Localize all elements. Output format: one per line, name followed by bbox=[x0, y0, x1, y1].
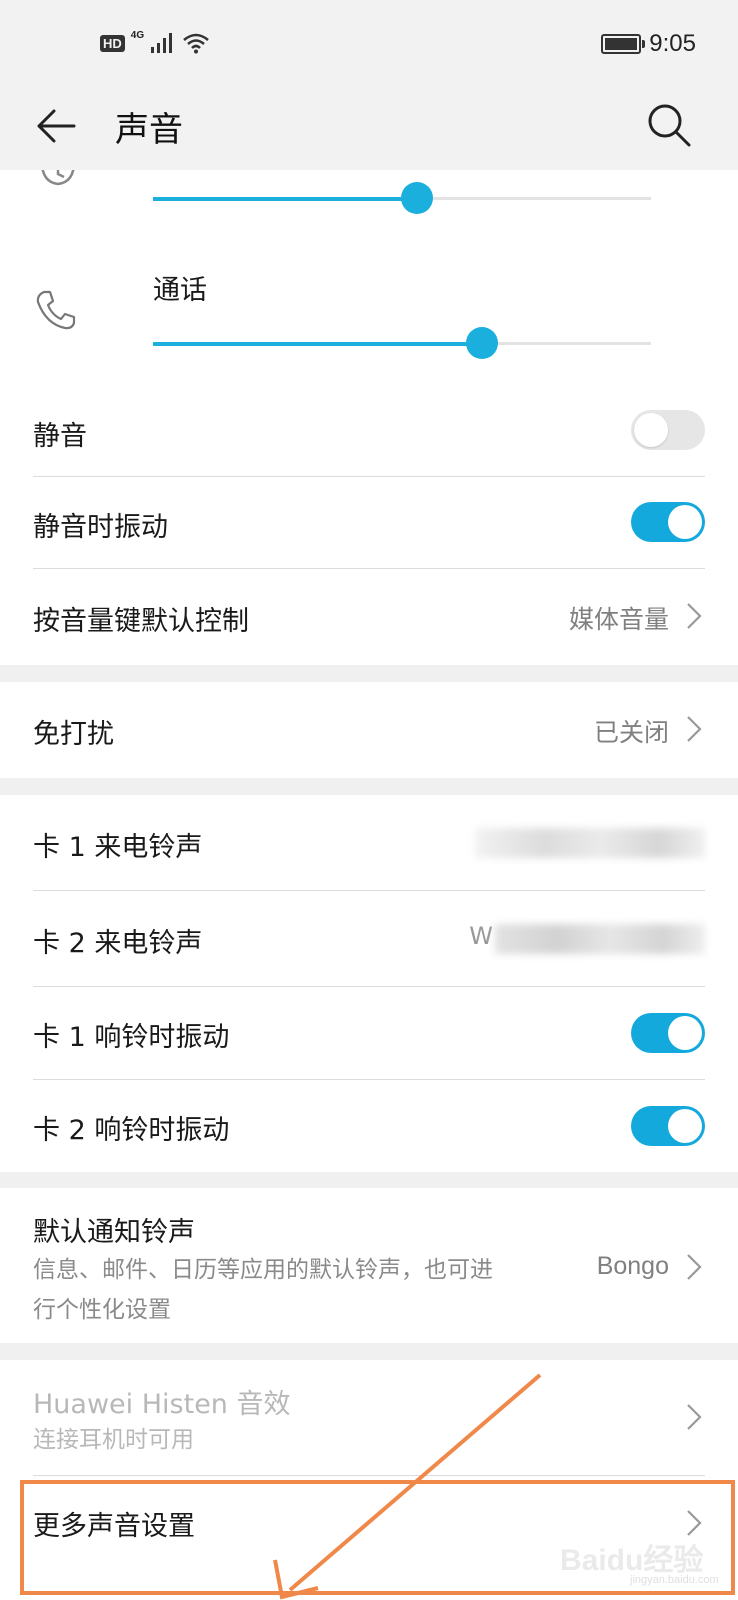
toggle-knob bbox=[668, 1016, 702, 1050]
watermark-url: jingyan.baidu.com bbox=[630, 1574, 719, 1586]
chevron-right-icon bbox=[687, 1254, 702, 1280]
volume-slider-fill-call bbox=[153, 342, 482, 346]
status-bar: HD 4G 9:05 bbox=[0, 0, 738, 90]
toggle-knob bbox=[634, 413, 668, 447]
vibrate-silent-label: 静音时振动 bbox=[33, 512, 168, 543]
sim2-ringtone-label: 卡 2 来电铃声 bbox=[33, 928, 203, 959]
notification-card: 默认通知铃声 信息、邮件、日历等应用的默认铃声，也可进行个性化设置 Bongo bbox=[0, 1188, 738, 1343]
chevron-right-icon bbox=[687, 716, 702, 742]
toggle-knob bbox=[668, 505, 702, 539]
watermark: Baidu经验 bbox=[560, 1544, 704, 1577]
sim1-vibrate-label: 卡 1 响铃时振动 bbox=[33, 1022, 230, 1053]
sim2-vibrate-label: 卡 2 响铃时振动 bbox=[33, 1115, 230, 1146]
volume-slider-fill-top bbox=[153, 197, 417, 201]
status-right: 9:05 bbox=[601, 30, 696, 58]
sim2-ringtone-row[interactable]: 卡 2 来电铃声 W bbox=[33, 891, 705, 986]
network-type: 4G bbox=[130, 29, 145, 41]
call-volume-label: 通话 bbox=[153, 275, 207, 306]
signal-icon bbox=[151, 33, 173, 53]
blurred-ringtone-value bbox=[495, 924, 705, 954]
vibrate-silent-toggle[interactable] bbox=[631, 502, 705, 542]
notification-label: 默认通知铃声 bbox=[33, 1217, 195, 1248]
sim1-vibrate-toggle[interactable] bbox=[631, 1013, 705, 1053]
wifi-icon bbox=[183, 33, 209, 54]
notification-row[interactable]: 默认通知铃声 信息、邮件、日历等应用的默认铃声，也可进行个性化设置 Bongo bbox=[33, 1188, 705, 1343]
dnd-value: 已关闭 bbox=[593, 718, 669, 747]
clock: 9:05 bbox=[649, 30, 696, 57]
histen-row: Huawei Histen 音效 连接耳机时可用 bbox=[33, 1360, 705, 1475]
silent-label: 静音 bbox=[33, 421, 87, 452]
volume-key-label: 按音量键默认控制 bbox=[33, 606, 249, 637]
notification-desc: 信息、邮件、日历等应用的默认铃声，也可进行个性化设置 bbox=[33, 1257, 493, 1323]
ringtone-card: 卡 1 来电铃声 卡 2 来电铃声 W 卡 1 响铃时振动 卡 2 响铃时振动 bbox=[0, 795, 738, 1172]
sim2-vibrate-toggle[interactable] bbox=[631, 1106, 705, 1146]
sim1-vibrate-row[interactable]: 卡 1 响铃时振动 bbox=[33, 987, 705, 1079]
vibrate-silent-row[interactable]: 静音时振动 bbox=[33, 477, 705, 567]
blurred-ringtone-value bbox=[475, 828, 705, 858]
status-left: HD 4G bbox=[100, 29, 210, 54]
top-bar: 声音 bbox=[0, 90, 738, 170]
silent-row[interactable]: 静音 bbox=[33, 390, 705, 475]
phone-icon bbox=[36, 290, 76, 330]
silent-toggle[interactable] bbox=[631, 410, 705, 450]
toggle-knob bbox=[668, 1109, 702, 1143]
chevron-right-icon bbox=[687, 603, 702, 629]
chevron-right-icon bbox=[687, 1404, 702, 1430]
volume-key-value: 媒体音量 bbox=[568, 605, 669, 634]
volume-slider-thumb-call[interactable] bbox=[466, 327, 498, 359]
dnd-card: 免打扰 已关闭 bbox=[0, 682, 738, 778]
sim1-ringtone-row[interactable]: 卡 1 来电铃声 bbox=[33, 795, 705, 890]
histen-desc: 连接耳机时可用 bbox=[33, 1427, 194, 1450]
search-icon[interactable] bbox=[646, 102, 692, 148]
sim1-ringtone-label: 卡 1 来电铃声 bbox=[33, 832, 203, 863]
volume-key-row[interactable]: 按音量键默认控制 媒体音量 bbox=[33, 569, 705, 665]
battery-icon bbox=[601, 34, 646, 54]
dnd-label: 免打扰 bbox=[33, 719, 114, 750]
histen-label: Huawei Histen 音效 bbox=[33, 1389, 291, 1420]
dnd-row[interactable]: 免打扰 已关闭 bbox=[33, 682, 705, 778]
notification-value: Bongo bbox=[596, 1252, 669, 1280]
sim2-ringtone-value: W bbox=[469, 922, 493, 950]
page-title: 声音 bbox=[115, 110, 183, 150]
hd-badge: HD bbox=[100, 34, 125, 52]
back-arrow-icon[interactable] bbox=[34, 104, 78, 148]
sound-card-main: 通话 静音 静音时振动 按音量键默认控制 媒体音量 bbox=[0, 150, 738, 665]
volume-slider-thumb-top[interactable] bbox=[401, 182, 433, 214]
sim2-vibrate-row[interactable]: 卡 2 响铃时振动 bbox=[33, 1080, 705, 1172]
